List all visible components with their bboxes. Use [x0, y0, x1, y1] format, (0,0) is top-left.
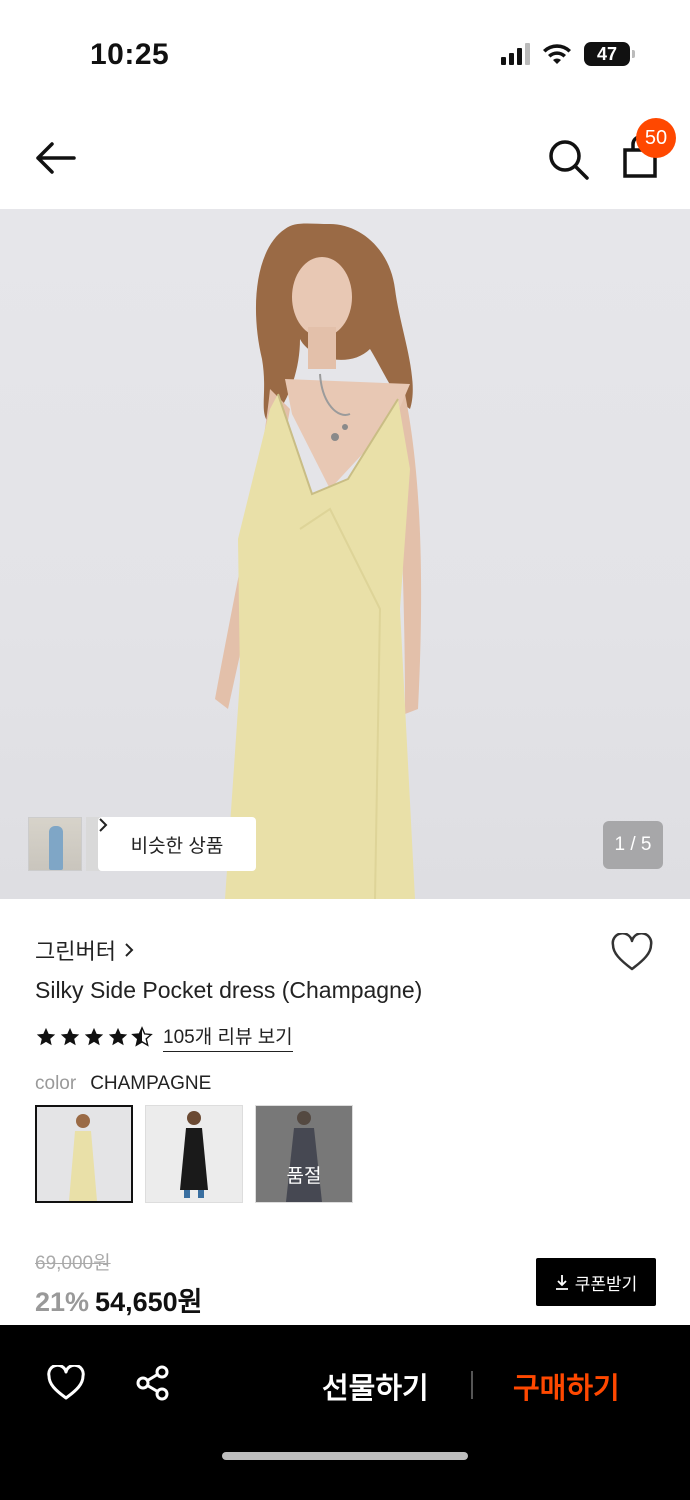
star-rating — [35, 1026, 153, 1048]
color-label: color — [35, 1073, 77, 1094]
similar-products-label: 비슷한 상품 — [130, 835, 224, 857]
coupon-label: 쿠폰받기 — [574, 1274, 638, 1294]
status-icons: 47 — [501, 42, 635, 66]
discount-rate: 21% — [35, 1287, 90, 1317]
top-nav: 50 — [0, 110, 690, 206]
star-full-icon — [108, 1027, 128, 1046]
brand-link[interactable]: 그린버터 — [35, 934, 134, 966]
buy-button[interactable]: 구매하기 — [513, 1365, 620, 1407]
star-full-icon — [60, 1027, 80, 1046]
product-name: Silky Side Pocket dress (Champagne) — [35, 977, 423, 1003]
sold-out-overlay: 품절 — [256, 1106, 352, 1202]
battery-icon: 47 — [584, 42, 635, 66]
status-time: 10:25 — [90, 38, 170, 71]
color-swatch-navy[interactable]: 품절 — [255, 1105, 353, 1203]
home-indicator — [222, 1452, 468, 1460]
download-icon — [555, 1275, 568, 1290]
similar-product-thumbnail[interactable] — [28, 817, 82, 871]
product-photo — [215, 223, 422, 899]
star-half-icon — [131, 1026, 153, 1047]
rating-row: 105개 리뷰 보기 — [35, 1022, 293, 1052]
swatch-image — [180, 1111, 208, 1198]
wifi-icon — [543, 44, 571, 64]
similar-products-button[interactable]: 비슷한 상품 — [98, 817, 256, 871]
heart-icon[interactable] — [46, 1365, 86, 1401]
search-icon[interactable] — [545, 136, 591, 182]
review-link[interactable]: 105개 리뷰 보기 — [163, 1022, 293, 1052]
cart-count-badge: 50 — [636, 118, 676, 158]
status-bar: 10:25 47 — [0, 0, 690, 100]
share-icon[interactable] — [134, 1364, 172, 1402]
coupon-button[interactable]: 쿠폰받기 — [536, 1258, 656, 1306]
chevron-right-icon — [99, 818, 108, 832]
gift-button[interactable]: 선물하기 — [322, 1365, 429, 1407]
sale-price: 54,650원 — [95, 1287, 203, 1317]
chevron-right-icon — [125, 943, 134, 957]
bottom-action-bar: 선물하기 구매하기 — [0, 1325, 690, 1500]
brand-name: 그린버터 — [35, 939, 116, 964]
star-full-icon — [84, 1027, 104, 1046]
color-swatch-black[interactable] — [145, 1105, 243, 1203]
cellular-signal-icon — [501, 43, 530, 65]
color-row: color CHAMPAGNE — [35, 1073, 211, 1095]
divider — [471, 1371, 473, 1399]
image-page-indicator: 1 / 5 — [603, 821, 663, 869]
color-value: CHAMPAGNE — [90, 1073, 212, 1094]
wishlist-heart-icon[interactable] — [610, 933, 654, 973]
back-arrow-icon[interactable] — [30, 136, 80, 180]
swatch-image — [69, 1114, 97, 1201]
color-swatch-champagne[interactable] — [35, 1105, 133, 1203]
product-image-gallery[interactable]: 비슷한 상품 1 / 5 — [0, 209, 690, 899]
original-price: 69,000원 — [35, 1253, 111, 1274]
star-full-icon — [36, 1027, 56, 1046]
price-row: 21% 54,650원 — [35, 1280, 202, 1319]
color-swatches: 품절 — [35, 1105, 353, 1203]
